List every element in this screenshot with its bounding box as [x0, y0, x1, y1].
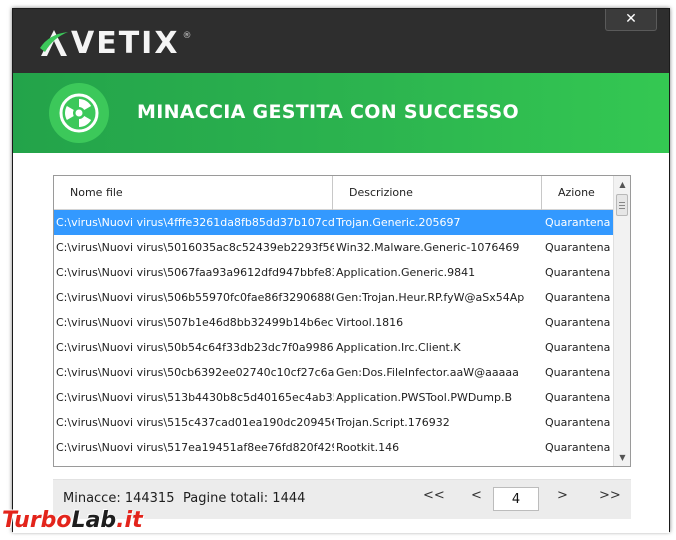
table-row[interactable]: C:\virus\Nuovi virus\513b4430b8c5d40165e…: [54, 385, 614, 410]
cell-action: Quarantena: [545, 391, 611, 404]
table-row[interactable]: C:\virus\Nuovi virus\5067faa93a9612dfd94…: [54, 260, 614, 285]
table-row[interactable]: C:\virus\Nuovi virus\515c437cad01ea190dc…: [54, 410, 614, 435]
scrollbar-thumb[interactable]: [616, 194, 628, 216]
first-page-button[interactable]: <<: [423, 488, 445, 503]
table-body: C:\virus\Nuovi virus\4fffe3261da8fb85dd3…: [54, 210, 614, 460]
threats-table: Nome file Descrizione Azione C:\virus\Nu…: [53, 175, 631, 467]
cell-action: Quarantena: [545, 416, 611, 429]
cell-file: C:\virus\Nuovi virus\5016035ac8c52439eb2…: [56, 241, 334, 254]
cell-file: C:\virus\Nuovi virus\506b55970fc0fae86f3…: [56, 291, 334, 304]
radiation-icon: [49, 83, 109, 143]
cell-action: Quarantena: [545, 341, 611, 354]
cell-action: Quarantena: [545, 216, 611, 229]
close-button[interactable]: ✕: [605, 9, 657, 31]
success-banner: MINACCIA GESTITA CON SUCCESSO: [13, 73, 669, 153]
vertical-scrollbar[interactable]: ▲ ▼: [613, 176, 630, 466]
table-row[interactable]: C:\virus\Nuovi virus\507b1e46d8bb32499b1…: [54, 310, 614, 335]
table-row[interactable]: C:\virus\Nuovi virus\5016035ac8c52439eb2…: [54, 235, 614, 260]
cell-action: Quarantena: [545, 316, 611, 329]
cell-action: Quarantena: [545, 241, 611, 254]
cell-action: Quarantena: [545, 291, 611, 304]
cell-description: Application.PWSTool.PWDump.B: [336, 391, 513, 404]
threat-count: Minacce: 144315: [63, 491, 175, 506]
cell-file: C:\virus\Nuovi virus\507b1e46d8bb32499b1…: [56, 316, 334, 329]
grip-line: [619, 202, 625, 203]
column-header-description[interactable]: Descrizione: [333, 176, 542, 210]
logo-text: VETIX: [71, 25, 180, 61]
logo-a-icon: [39, 28, 69, 58]
page-number-input[interactable]: [493, 487, 539, 511]
next-page-button[interactable]: >: [557, 488, 568, 503]
table-header: Nome file Descrizione Azione: [54, 176, 614, 210]
cell-description: Win32.Malware.Generic-1076469: [336, 241, 520, 254]
cell-file: C:\virus\Nuovi virus\517ea19451af8ee76fd…: [56, 441, 334, 454]
grip-line: [619, 205, 625, 206]
watermark-part-turbo: Turbo: [2, 508, 72, 533]
avetix-window: VETIX ® ✕ MINACCIA GESTITA CON SUCCESSO: [12, 8, 670, 533]
cell-action: Quarantena: [545, 441, 611, 454]
cell-file: C:\virus\Nuovi virus\50cb6392ee02740c10c…: [56, 366, 334, 379]
banner-title: MINACCIA GESTITA CON SUCCESSO: [137, 101, 519, 123]
watermark-part-domain: .it: [116, 508, 143, 533]
cell-description: Application.Generic.9841: [336, 266, 476, 279]
last-page-button[interactable]: >>: [599, 488, 621, 503]
column-header-file[interactable]: Nome file: [54, 176, 333, 210]
column-header-action[interactable]: Azione: [542, 176, 614, 210]
total-pages: Pagine totali: 1444: [183, 491, 306, 506]
scroll-up-arrow-icon[interactable]: ▲: [614, 176, 630, 193]
cell-file: C:\virus\Nuovi virus\4fffe3261da8fb85dd3…: [56, 216, 334, 229]
cell-file: C:\virus\Nuovi virus\50b54c64f33db23dc7f…: [56, 341, 334, 354]
previous-page-button[interactable]: <: [471, 488, 482, 503]
cell-description: Trojan.Generic.205697: [336, 216, 461, 229]
cell-action: Quarantena: [545, 366, 611, 379]
cell-file: C:\virus\Nuovi virus\515c437cad01ea190dc…: [56, 416, 334, 429]
cell-description: Trojan.Script.176932: [336, 416, 450, 429]
grip-line: [619, 208, 625, 209]
table-row[interactable]: C:\virus\Nuovi virus\517ea19451af8ee76fd…: [54, 435, 614, 460]
cell-file: C:\virus\Nuovi virus\5067faa93a9612dfd94…: [56, 266, 334, 279]
watermark-part-lab: Lab: [71, 508, 117, 533]
screenshot-canvas: VETIX ® ✕ MINACCIA GESTITA CON SUCCESSO: [0, 0, 676, 540]
cell-description: Virtool.1816: [336, 316, 404, 329]
cell-description: Rootkit.146: [336, 441, 400, 454]
registered-mark: ®: [182, 31, 192, 41]
scroll-down-arrow-icon[interactable]: ▼: [614, 449, 630, 466]
cell-description: Application.Irc.Client.K: [336, 341, 461, 354]
cell-action: Quarantena: [545, 266, 611, 279]
title-bar: VETIX ® ✕: [13, 9, 669, 73]
table-row[interactable]: C:\virus\Nuovi virus\4fffe3261da8fb85dd3…: [54, 210, 614, 235]
cell-description: Gen:Trojan.Heur.RP.fyW@aSx54Ap: [336, 291, 525, 304]
cell-file: C:\virus\Nuovi virus\513b4430b8c5d40165e…: [56, 391, 334, 404]
avetix-logo: VETIX ®: [39, 23, 191, 63]
table-row[interactable]: C:\virus\Nuovi virus\50cb6392ee02740c10c…: [54, 360, 614, 385]
cell-description: Gen:Dos.FileInfector.aaW@aaaaa: [336, 366, 519, 379]
turbolab-watermark: Turbo Lab .it: [2, 508, 143, 538]
content-area: Nome file Descrizione Azione C:\virus\Nu…: [13, 153, 669, 533]
table-row[interactable]: C:\virus\Nuovi virus\50b54c64f33db23dc7f…: [54, 335, 614, 360]
table-row[interactable]: C:\virus\Nuovi virus\506b55970fc0fae86f3…: [54, 285, 614, 310]
